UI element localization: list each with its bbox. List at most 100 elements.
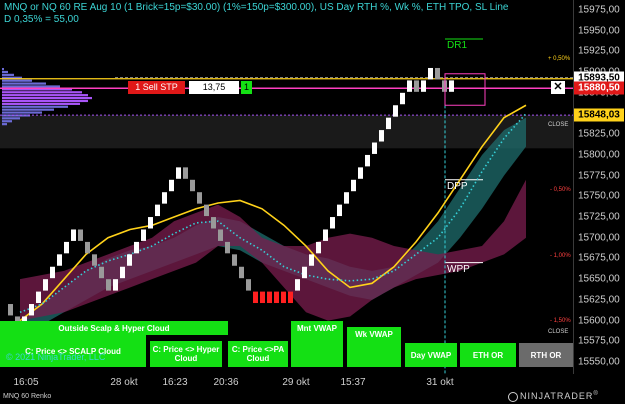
- renko-brick: [260, 291, 265, 304]
- price-tick: 15650,00: [578, 273, 620, 285]
- time-tick: 16:23: [162, 377, 188, 388]
- renko-brick: [323, 229, 328, 241]
- outside-scalp-hyper-cloud-button[interactable]: Outside Scalp & Hyper Cloud: [0, 321, 228, 335]
- price-tick: 15775,00: [578, 170, 620, 182]
- price-scalp-cloud-button[interactable]: C: Price <> SCALP Cloud: [0, 335, 146, 367]
- renko-brick: [106, 279, 111, 291]
- ninjatrader-logo: NINJATRADER®: [508, 391, 599, 402]
- renko-brick: [449, 80, 454, 92]
- renko-brick: [155, 204, 160, 217]
- renko-brick: [190, 179, 195, 192]
- renko-brick: [92, 254, 97, 266]
- price-tick: 15950,00: [578, 25, 620, 37]
- renko-brick: [309, 254, 314, 266]
- day-vwap-button[interactable]: Day VWAP: [405, 343, 457, 367]
- renko-chart[interactable]: [0, 0, 573, 374]
- minus-100-pct-label: - 1,00%: [550, 253, 571, 259]
- pa-cloud: [20, 179, 526, 321]
- price-tag: 15880,50: [574, 81, 624, 95]
- renko-brick: [246, 279, 251, 291]
- time-tick: 28 okt: [110, 377, 138, 388]
- renko-brick: [316, 241, 321, 254]
- monthly-vwap-button[interactable]: Mnt VWAP: [291, 321, 343, 367]
- price-tick: 15975,00: [578, 4, 620, 16]
- renko-brick: [134, 241, 139, 254]
- volume-profile-bar: [2, 105, 68, 108]
- order-price-label[interactable]: 13,75: [189, 81, 239, 94]
- sell-stop-order-label[interactable]: 1 Sell STP: [128, 81, 185, 94]
- price-pa-cloud-button[interactable]: C: Price <>PA Cloud: [228, 341, 288, 367]
- close-level-label-2: CLOSE: [548, 329, 569, 335]
- price-tick: 15725,00: [578, 211, 620, 223]
- renko-brick: [78, 229, 83, 241]
- renko-brick: [50, 266, 55, 279]
- renko-brick: [225, 241, 230, 254]
- renko-brick: [428, 67, 433, 80]
- order-quantity-label[interactable]: 1: [241, 81, 252, 94]
- rth-or-button[interactable]: RTH OR: [519, 343, 573, 367]
- renko-brick: [358, 167, 363, 179]
- renko-brick: [8, 304, 13, 316]
- volume-profile-bar: [2, 73, 14, 76]
- status-footer: MNQ 60 Renko NINJATRADER®: [0, 391, 625, 404]
- renko-brick: [29, 304, 34, 316]
- volume-profile-bar: [2, 117, 20, 120]
- renko-brick: [176, 167, 181, 179]
- close-level-label-1: CLOSE: [548, 122, 569, 128]
- renko-brick: [393, 105, 398, 117]
- price-tag: 15848,03: [574, 108, 624, 122]
- chart-window: MNQ or NQ 60 RE Aug 10 (1 Brick=15p=$30.…: [0, 0, 625, 404]
- renko-brick: [43, 279, 48, 291]
- renko-brick: [218, 229, 223, 241]
- volume-profile-bar: [2, 79, 32, 82]
- volume-profile-bar: [2, 67, 4, 71]
- renko-brick: [127, 254, 132, 266]
- renko-brick: [239, 266, 244, 279]
- renko-brick: [421, 80, 426, 92]
- chart-title: MNQ or NQ 60 RE Aug 10 (1 Brick=15p=$30.…: [4, 2, 509, 13]
- renko-brick: [365, 154, 370, 167]
- cancel-order-icon[interactable]: ✕: [551, 81, 565, 94]
- price-hyper-cloud-button[interactable]: C: Price <> Hyper Cloud: [150, 341, 222, 367]
- time-tick: 16:05: [13, 377, 39, 388]
- renko-brick: [113, 279, 118, 291]
- volume-profile-bar: [2, 120, 12, 123]
- chart-plot-area[interactable]: MNQ or NQ 60 RE Aug 10 (1 Brick=15p=$30.…: [0, 0, 573, 374]
- volume-profile-bar: [2, 108, 54, 111]
- volume-profile-bar: [2, 94, 88, 97]
- renko-brick: [351, 179, 356, 192]
- dr1-level-label: DR1: [447, 40, 468, 51]
- weekly-vwap-button[interactable]: Wk VWAP: [347, 327, 401, 367]
- renko-brick: [169, 179, 174, 192]
- renko-brick: [120, 266, 125, 279]
- ninjatrader-logo-icon: [508, 391, 518, 402]
- time-tick: 29 okt: [282, 377, 310, 388]
- time-axis[interactable]: 16:05 28 okt 16:23 20:36 29 okt 15:37 31 okt: [0, 374, 573, 392]
- volume-profile-bar: [2, 91, 82, 94]
- renko-brick: [71, 229, 76, 241]
- price-tick: 15625,00: [578, 294, 620, 306]
- volume-profile-bar: [2, 70, 8, 74]
- renko-brick: [281, 291, 286, 304]
- renko-brick: [36, 291, 41, 304]
- brand-text: NINJATRADER: [520, 391, 594, 401]
- wpp-level-label: WPP: [447, 264, 470, 275]
- volume-profile-bar: [2, 102, 80, 105]
- eth-or-button[interactable]: ETH OR: [460, 343, 516, 367]
- price-tick: 15550,00: [578, 356, 620, 368]
- renko-brick: [372, 142, 377, 154]
- time-tick: 15:37: [340, 377, 366, 388]
- price-axis[interactable]: 15975,0015950,0015925,0015900,0015875,00…: [573, 0, 625, 374]
- renko-brick: [232, 254, 237, 266]
- renko-brick: [295, 279, 300, 291]
- renko-brick: [204, 204, 209, 217]
- chart-subtitle: D 0,35% = 55,00: [4, 14, 79, 25]
- renko-brick: [148, 217, 153, 229]
- renko-brick: [64, 241, 69, 254]
- copyright-notice: © 2021 NinjaTrader, LLC: [6, 352, 106, 362]
- renko-brick: [99, 266, 104, 279]
- time-tick: 20:36: [213, 377, 239, 388]
- renko-brick: [183, 167, 188, 179]
- renko-brick: [57, 254, 62, 266]
- volume-profile-bar: [2, 123, 7, 126]
